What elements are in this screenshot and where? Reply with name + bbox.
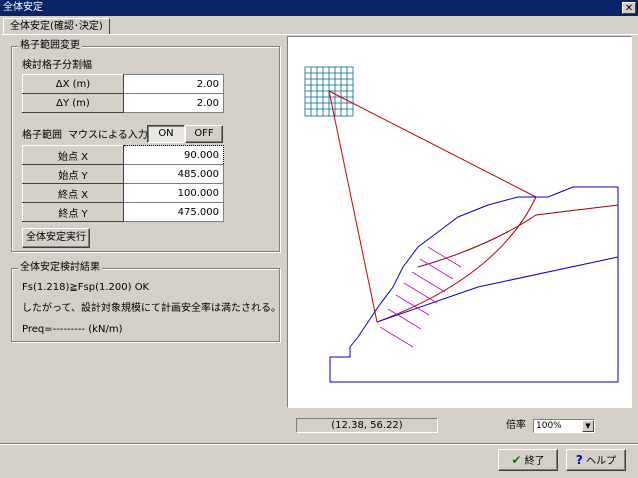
delta-y-label: ΔY (m) xyxy=(22,93,124,113)
tab-overall-stability[interactable]: 全体安定(確認･決定) xyxy=(3,18,110,35)
end-x-label: 終点 X xyxy=(22,183,124,203)
start-y-label: 始点 Y xyxy=(22,164,124,184)
mouse-input-label: マウスによる入力 xyxy=(68,130,148,141)
coordinate-readout: (12.38, 56.22) xyxy=(296,418,438,433)
table-row: 始点 Y 485.000 xyxy=(22,164,224,184)
division-width-label: 検討格子分割幅 xyxy=(22,60,92,71)
result-fs-text: Fs(1.218)≧Fsp(1.200) OK xyxy=(22,282,150,293)
finish-button[interactable]: ✔ 終了 xyxy=(498,449,558,471)
table-row: ΔX (m) 2.00 xyxy=(22,74,224,94)
zoom-label: 倍率 xyxy=(506,420,526,431)
result-group-title: 全体安定検討結果 xyxy=(18,262,102,274)
ground-surface xyxy=(329,186,619,383)
zoom-select[interactable]: 100% ▼ xyxy=(533,419,595,433)
help-icon: ? xyxy=(575,453,583,467)
slope-drawing-canvas[interactable] xyxy=(287,36,632,408)
slip-circle-arc xyxy=(376,196,537,323)
slope-cross-section xyxy=(304,66,619,383)
division-width-table: ΔX (m) 2.00 ΔY (m) 2.00 xyxy=(22,74,224,113)
help-label: ヘルプ xyxy=(586,456,617,467)
window-title: 全体安定 xyxy=(3,2,43,13)
result-conclusion-text: したがって、設計対象規模にて計画安全率は満たされる。 xyxy=(22,303,281,314)
help-button[interactable]: ? ヘルプ xyxy=(566,449,626,471)
finish-label: 終了 xyxy=(524,456,545,467)
end-x-input[interactable]: 100.000 xyxy=(123,183,224,203)
mouse-off-button[interactable]: OFF xyxy=(185,125,223,143)
mouse-on-button[interactable]: ON xyxy=(147,125,185,143)
checkmark-icon: ✔ xyxy=(511,453,522,467)
start-x-label: 始点 X xyxy=(22,145,124,165)
critical-circle-radii xyxy=(328,90,537,323)
start-y-input[interactable]: 485.000 xyxy=(123,164,224,184)
range-label: 格子範囲 xyxy=(22,130,62,141)
end-y-label: 終点 Y xyxy=(22,202,124,222)
end-y-input[interactable]: 475.000 xyxy=(123,202,224,222)
chevron-down-icon[interactable]: ▼ xyxy=(582,420,594,432)
table-row: ΔY (m) 2.00 xyxy=(22,93,224,113)
table-row: 終点 Y 475.000 xyxy=(22,202,224,222)
zoom-value: 100% xyxy=(536,421,562,431)
table-row: 終点 X 100.000 xyxy=(22,183,224,203)
grid-range-group-title: 格子範囲変更 xyxy=(18,40,82,52)
footer-separator xyxy=(0,443,638,445)
layer-boundary xyxy=(417,204,619,268)
delta-x-input[interactable]: 2.00 xyxy=(123,74,224,94)
delta-y-input[interactable]: 2.00 xyxy=(123,93,224,113)
close-icon[interactable]: ✕ xyxy=(622,2,636,14)
range-points-table: 始点 X 90.000 始点 Y 485.000 終点 X 100.000 終点… xyxy=(22,145,224,222)
delta-x-label: ΔX (m) xyxy=(22,74,124,94)
lower-layer-boundary xyxy=(376,256,619,323)
execute-button[interactable]: 全体安定実行 xyxy=(22,228,90,248)
table-row: 始点 X 90.000 xyxy=(22,145,224,165)
start-x-input[interactable]: 90.000 xyxy=(123,145,224,165)
result-preq-text: Preq=--------- (kN/m) xyxy=(22,324,123,335)
window-titlebar: 全体安定 ✕ xyxy=(0,0,638,16)
